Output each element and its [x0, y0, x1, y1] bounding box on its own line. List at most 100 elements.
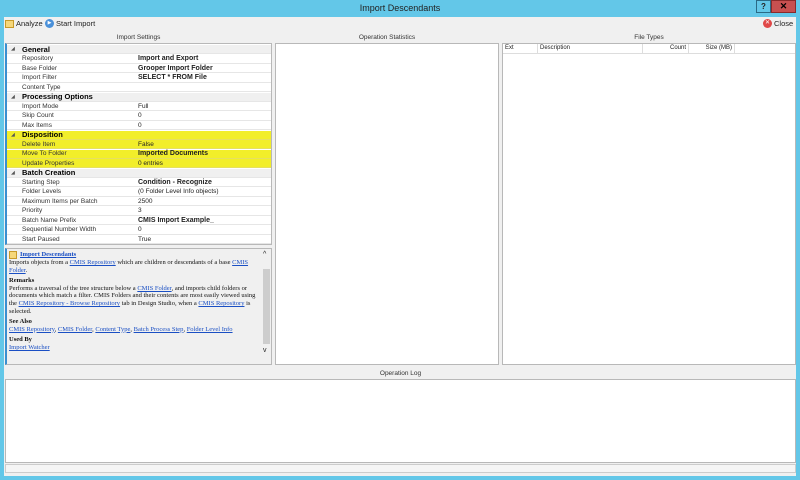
see-also-link[interactable]: CMIS Repository	[9, 326, 55, 333]
help-scrollbar[interactable]: ^ v	[262, 249, 271, 364]
property-row[interactable]: Import Mode Full	[7, 102, 271, 111]
help-intro: Imports objects from a CMIS Repository w…	[9, 259, 259, 274]
property-row[interactable]: Content Type	[7, 83, 271, 92]
property-row[interactable]: Repository Import and Export	[7, 55, 271, 64]
property-row[interactable]: Max Items 0	[7, 121, 271, 130]
property-name: Import Filter	[22, 74, 57, 81]
link-cmis-repository[interactable]: CMIS Repository	[70, 259, 116, 266]
category-label: Disposition	[22, 130, 63, 139]
property-row[interactable]: Starting Step Condition - Recognize	[7, 178, 271, 187]
property-value[interactable]: Imported Documents	[138, 150, 208, 157]
text: which are children or descendants of a b…	[115, 259, 233, 266]
collapse-icon[interactable]: ◢	[11, 170, 15, 176]
property-value[interactable]: 3	[138, 207, 142, 214]
property-name: Delete Item	[22, 140, 56, 148]
play-icon: ▶	[45, 19, 54, 28]
collapse-icon[interactable]: ◢	[11, 132, 15, 138]
analyze-icon	[5, 19, 14, 28]
see-also-link[interactable]: Batch Process Step	[134, 326, 184, 333]
column-ext[interactable]: Ext	[503, 44, 538, 53]
status-bar	[5, 464, 796, 473]
property-value[interactable]: 0	[138, 112, 142, 119]
property-value[interactable]: Full	[138, 103, 148, 110]
property-grid[interactable]: ◢ General Repository Import and Export Base …	[5, 43, 272, 245]
remarks-text: Performs a traversal of the tree structu…	[9, 285, 259, 315]
analyze-label: Analyze	[16, 19, 43, 28]
property-value[interactable]: Import and Export	[138, 55, 198, 62]
property-row[interactable]: Skip Count 0	[7, 112, 271, 121]
used-by-link[interactable]: Import Watcher	[9, 344, 50, 351]
property-value[interactable]: 0	[138, 226, 142, 233]
property-name: Sequential Number Width	[22, 226, 97, 233]
property-value[interactable]: (0 Folder Level Info objects)	[138, 188, 219, 195]
text: .	[25, 266, 28, 274]
start-import-button[interactable]: ▶ Start Import	[45, 19, 95, 28]
column-size[interactable]: Size (MB)	[689, 44, 735, 53]
scroll-up-icon[interactable]: ^	[263, 251, 266, 258]
property-row[interactable]: Folder Levels (0 Folder Level Info object…	[7, 188, 271, 197]
see-also-link[interactable]: CMIS Folder	[58, 326, 92, 333]
property-value[interactable]: Condition - Recognize	[138, 179, 212, 186]
property-value[interactable]: True	[138, 236, 151, 243]
property-row[interactable]: Delete Item False	[7, 140, 271, 149]
column-description[interactable]: Description	[538, 44, 643, 53]
collapse-icon[interactable]: ◢	[11, 94, 15, 100]
property-value[interactable]: 0 entries	[138, 160, 163, 167]
link-cmis-repository[interactable]: CMIS Repository	[198, 300, 244, 307]
property-category[interactable]: ◢ Processing Options	[7, 92, 271, 102]
link-cmis-folder[interactable]: CMIS Folder	[137, 285, 171, 292]
property-name: Move To Folder	[22, 150, 67, 157]
property-category[interactable]: ◢ General	[7, 45, 271, 54]
remarks-heading: Remarks	[9, 277, 35, 285]
help-title-link[interactable]: Import Descendants	[20, 251, 76, 259]
start-import-label: Start Import	[56, 19, 96, 28]
window-close-button[interactable]: ✕	[771, 0, 796, 13]
property-row[interactable]: Start Paused True	[7, 235, 271, 244]
see-also-link[interactable]: Content Type	[95, 326, 130, 333]
file-types-table[interactable]: Ext Description Count Size (MB)	[502, 43, 796, 365]
property-row[interactable]: Sequential Number Width 0	[7, 226, 271, 235]
property-value[interactable]: CMIS Import Example_	[138, 217, 214, 224]
text: tab in Design Studio, when a	[120, 299, 199, 307]
property-name: Base Folder	[22, 64, 58, 72]
property-name: Folder Levels	[22, 188, 62, 195]
property-row[interactable]: Move To Folder Imported Documents	[7, 149, 271, 159]
property-name: Repository	[22, 55, 54, 62]
scroll-down-icon[interactable]: v	[263, 347, 267, 354]
close-label: Close	[774, 19, 794, 28]
property-name: Max Items	[22, 121, 52, 129]
category-label: Batch Creation	[22, 168, 76, 177]
link-browse-repository[interactable]: CMIS Repository - Browse Repository	[19, 300, 120, 307]
property-row[interactable]: Maximum Items per Batch 2500	[7, 197, 271, 206]
property-row[interactable]: Base Folder Grooper Import Folder	[7, 64, 271, 73]
category-label: Processing Options	[22, 92, 93, 101]
property-row[interactable]: Update Properties 0 entries	[7, 159, 271, 168]
property-row[interactable]: Batch Name Prefix CMIS Import Example_	[7, 216, 271, 225]
analyze-button[interactable]: Analyze	[5, 19, 43, 28]
operation-log-label: Operation Log	[379, 370, 422, 377]
text: Performs a traversal of the tree structu…	[9, 284, 138, 292]
close-button[interactable]: ✕ Close	[763, 19, 793, 28]
property-row[interactable]: Priority 3	[7, 207, 271, 216]
window-title: Import Descendants	[359, 3, 441, 13]
property-category[interactable]: ◢ Batch Creation	[7, 168, 271, 178]
property-row[interactable]: Import Filter SELECT * FROM File	[7, 74, 271, 83]
see-also-links: CMIS Repository, CMIS Folder, Content Ty…	[9, 325, 233, 333]
category-label: General	[22, 44, 50, 54]
scroll-thumb[interactable]	[263, 269, 270, 344]
property-category[interactable]: ◢ Disposition	[7, 130, 271, 140]
collapse-icon[interactable]: ◢	[11, 46, 15, 52]
property-name: Start Paused	[22, 235, 60, 243]
operation-log[interactable]	[5, 379, 796, 463]
see-also-link[interactable]: Folder Level Info	[187, 326, 233, 333]
column-count[interactable]: Count	[643, 44, 689, 53]
property-value[interactable]: 2500	[138, 198, 152, 205]
property-value[interactable]: Grooper Import Folder	[138, 65, 213, 72]
help-button[interactable]: ?	[756, 0, 771, 13]
property-value[interactable]: 0	[138, 122, 142, 129]
property-name: Starting Step	[22, 178, 60, 186]
property-name: Skip Count	[22, 112, 54, 119]
property-value[interactable]: False	[138, 141, 154, 148]
property-name: Batch Name Prefix	[22, 216, 77, 224]
property-value[interactable]: SELECT * FROM File	[138, 74, 207, 81]
